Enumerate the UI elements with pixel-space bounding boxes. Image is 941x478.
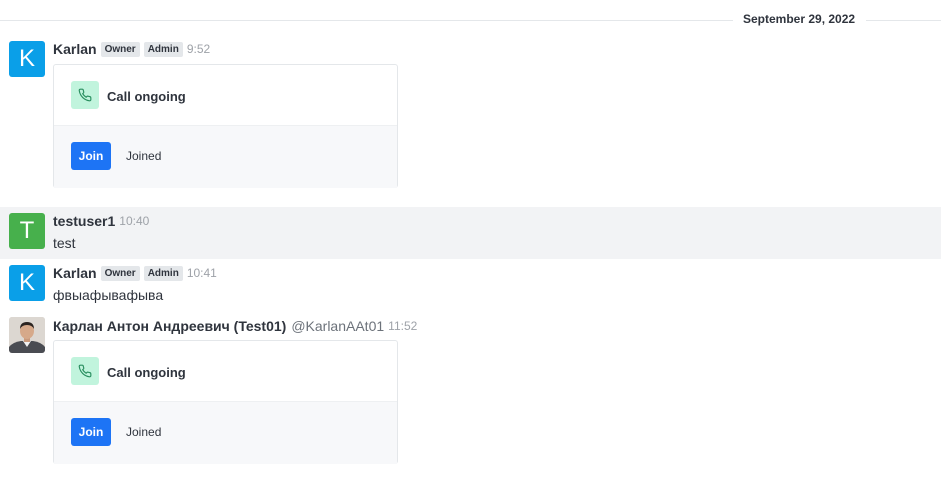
role-badge-owner: Owner <box>100 41 140 57</box>
role-badge-admin: Admin <box>143 265 183 281</box>
message-header: Karlan Owner Admin 9:52 <box>53 40 210 58</box>
call-card-actions: Join Joined <box>54 125 397 188</box>
username[interactable]: Karlan <box>53 41 97 57</box>
call-title: Call ongoing <box>107 365 186 380</box>
timestamp[interactable]: 9:52 <box>187 42 210 56</box>
join-button[interactable]: Join <box>71 418 111 446</box>
join-button[interactable]: Join <box>71 142 111 170</box>
message-text: фвыафывафыва <box>53 287 164 303</box>
call-card-header: Call ongoing <box>54 341 397 401</box>
message-header: Карлан Антон Андреевич (Test01) @KarlanA… <box>53 317 417 335</box>
username[interactable]: testuser1 <box>53 213 115 229</box>
call-status: Joined <box>126 149 162 163</box>
timestamp[interactable]: 10:40 <box>119 214 149 228</box>
call-card: Call ongoing Join Joined <box>53 340 398 464</box>
message-header: Karlan Owner Admin 10:41 <box>53 264 217 282</box>
avatar[interactable]: K <box>9 265 45 301</box>
role-badge-admin: Admin <box>143 41 183 57</box>
call-title: Call ongoing <box>107 89 186 104</box>
divider-line <box>866 20 941 21</box>
call-card: Call ongoing Join Joined <box>53 64 398 188</box>
avatar[interactable]: T <box>9 213 45 249</box>
username[interactable]: Карлан Антон Андреевич (Test01) <box>53 318 286 334</box>
message: K Karlan Owner Admin 10:41 фвыафывафыва <box>0 259 941 311</box>
avatar[interactable] <box>9 317 45 353</box>
timestamp[interactable]: 11:52 <box>388 319 417 333</box>
message-text: test <box>53 235 76 251</box>
message: Карлан Антон Андреевич (Test01) @KarlanA… <box>0 311 941 471</box>
call-status: Joined <box>126 425 162 439</box>
timestamp[interactable]: 10:41 <box>187 266 217 280</box>
message: K Karlan Owner Admin 9:52 Call ongoing J… <box>0 38 941 194</box>
date-label: September 29, 2022 <box>743 12 856 26</box>
phone-icon <box>71 357 99 385</box>
call-card-header: Call ongoing <box>54 65 397 125</box>
message-list: September 29, 2022 K Karlan Owner Admin … <box>0 0 941 478</box>
user-handle[interactable]: @KarlanAAt01 <box>291 318 384 334</box>
call-card-actions: Join Joined <box>54 401 397 464</box>
message: T testuser1 10:40 test <box>0 207 941 259</box>
divider-line <box>0 20 733 21</box>
user-photo-icon <box>9 317 45 353</box>
role-badge-owner: Owner <box>100 265 140 281</box>
phone-icon <box>71 81 99 109</box>
message-header: testuser1 10:40 <box>53 212 149 230</box>
username[interactable]: Karlan <box>53 265 97 281</box>
date-divider: September 29, 2022 <box>0 10 941 30</box>
avatar[interactable]: K <box>9 41 45 77</box>
